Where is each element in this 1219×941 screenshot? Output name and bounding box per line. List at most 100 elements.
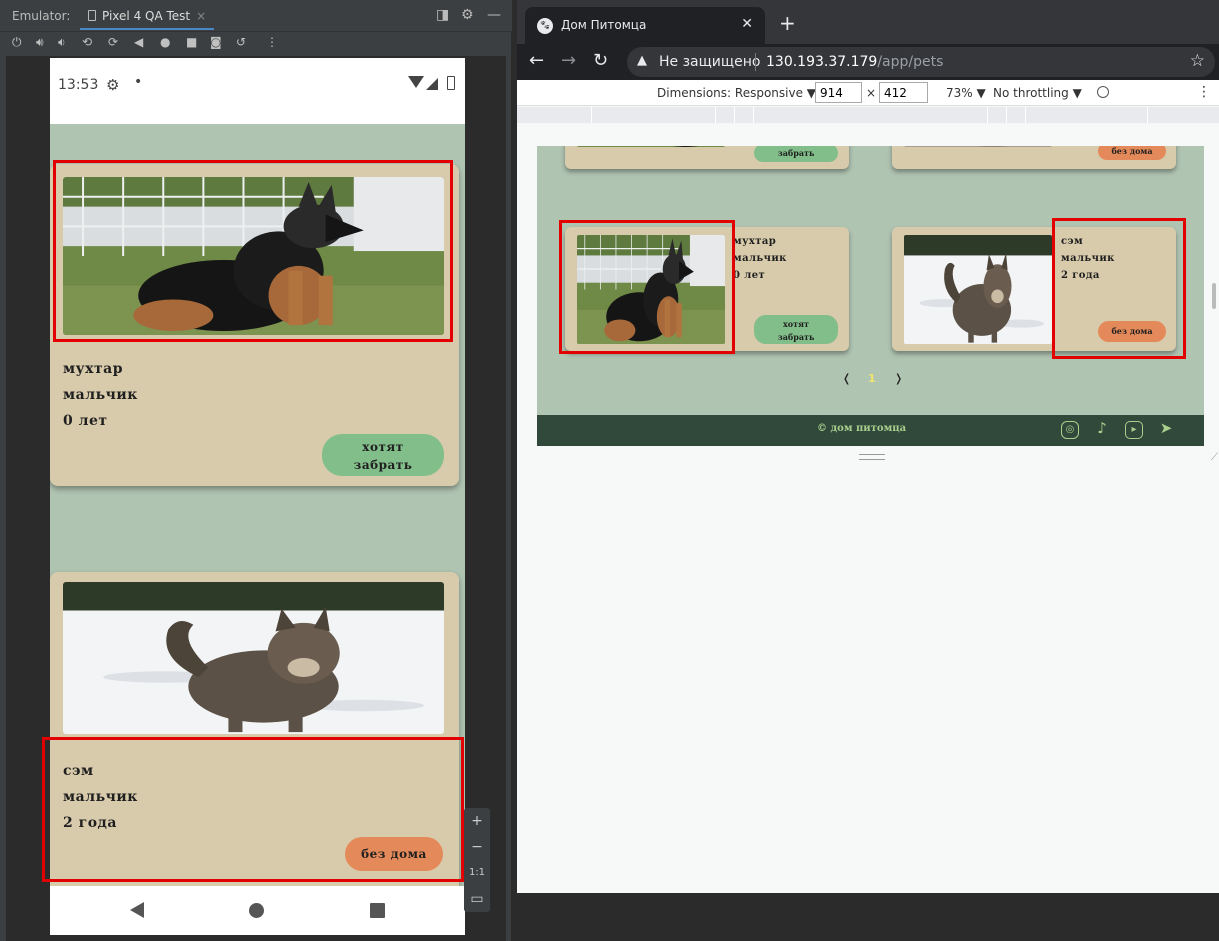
copyright: © дом питомца: [817, 423, 907, 434]
emulator-title-bar: Emulator: Pixel 4 QA Test × ◨ ⚙ —: [0, 0, 512, 32]
address-separator: [755, 53, 756, 71]
device-icon: [88, 10, 96, 21]
pet-name: мухтар: [733, 236, 777, 247]
phone-nav-bar: [50, 886, 465, 935]
dimension-separator: ×: [866, 86, 877, 100]
browser-tab[interactable]: 🐾︎ Дом Питомца ✕: [525, 7, 765, 44]
cat-photo: [904, 235, 1052, 344]
url-host: 130.193.37.179: [766, 54, 878, 70]
reload-icon[interactable]: ↻: [593, 50, 608, 71]
status-button-wanted[interactable]: забрать: [754, 146, 838, 162]
zoom-ratio-button[interactable]: 1:1: [464, 860, 490, 886]
zoom-in-button[interactable]: +: [464, 808, 490, 834]
highlight-mobile-info: [42, 737, 464, 882]
snapshot-icon[interactable]: ↺: [236, 35, 246, 49]
volume-up-icon[interactable]: 🔊︎: [36, 35, 44, 50]
phone-status-bar: 13:53 ⚙ •: [50, 58, 465, 124]
pet-photo: [904, 146, 1052, 147]
width-input[interactable]: [815, 82, 862, 103]
notification-dot: •: [134, 74, 143, 90]
warning-icon: ▲: [637, 53, 647, 68]
highlight-desktop-info: [1052, 218, 1186, 359]
throttling-dropdown[interactable]: No throttling ▼: [993, 86, 1082, 100]
rotate-left-icon[interactable]: ⟲: [82, 35, 92, 49]
url-path: /app/pets: [877, 54, 944, 70]
pet-card-partial[interactable]: забрать: [565, 146, 849, 169]
pet-info: мухтар мальчик 0 лет: [733, 233, 787, 284]
settings-icon: ⚙: [106, 76, 120, 94]
back-icon[interactable]: ◀: [134, 35, 143, 49]
rotate-right-icon[interactable]: ⟳: [108, 35, 118, 49]
cat-photo: [63, 582, 444, 734]
status-button-homeless[interactable]: без дома: [1098, 146, 1166, 160]
emulator-toolbar: ⏻ 🔊︎ 🔉︎ ⟲ ⟳ ◀ ● ■ ◙ ↺ ⋮: [0, 32, 512, 54]
pet-photo: [577, 146, 725, 147]
zoom-controls: + − 1:1 ▭: [464, 808, 490, 912]
pet-age: 0 лет: [63, 413, 108, 429]
telegram-icon[interactable]: ➤: [1157, 421, 1175, 439]
close-tab-icon[interactable]: ×: [196, 9, 206, 23]
more-icon[interactable]: ⋮: [266, 35, 278, 49]
nav-recents-icon[interactable]: [370, 903, 385, 918]
media-query-ruler: [517, 107, 1219, 123]
device-toolbar: Dimensions: Responsive ▼ × 73% ▼ No thro…: [517, 80, 1219, 106]
device-tab-label: Pixel 4 QA Test: [102, 9, 191, 23]
pagination: ❬ 1 ❭: [842, 372, 903, 388]
url-text: 130.193.37.179/app/pets: [766, 54, 943, 70]
home-icon[interactable]: ●: [160, 35, 170, 49]
dimensions-dropdown[interactable]: Dimensions: Responsive ▼: [657, 86, 816, 100]
pet-gender: мальчик: [63, 387, 138, 403]
zoom-out-button[interactable]: −: [464, 834, 490, 860]
more-options-icon[interactable]: ⋮: [1197, 84, 1211, 100]
pet-age: 0 лет: [733, 270, 766, 281]
resize-handle[interactable]: [859, 454, 885, 460]
fit-screen-icon[interactable]: ▭: [464, 886, 490, 912]
tab-strip: 🐾︎ Дом Питомца ✕ +: [517, 0, 1219, 44]
tiktok-icon[interactable]: ♪: [1093, 421, 1111, 439]
minimize-icon[interactable]: —: [487, 7, 501, 23]
pet-card-partial[interactable]: без дома: [892, 146, 1176, 169]
youtube-icon[interactable]: ▸: [1125, 421, 1143, 439]
overview-icon[interactable]: ■: [186, 35, 197, 49]
forward-arrow-icon[interactable]: →: [561, 50, 576, 71]
not-secure-label: Не защищено: [659, 54, 761, 70]
new-tab-button[interactable]: +: [779, 11, 796, 35]
instagram-icon[interactable]: ◎: [1061, 421, 1079, 439]
gear-icon[interactable]: ⚙: [461, 7, 474, 23]
bookmark-star-icon[interactable]: ☆: [1190, 51, 1205, 71]
emulator-label: Emulator:: [12, 9, 71, 23]
power-icon[interactable]: ⏻: [12, 35, 22, 50]
wifi-icon: [408, 76, 424, 88]
device-tab[interactable]: Pixel 4 QA Test ×: [80, 4, 215, 30]
prev-page-button[interactable]: ❬: [842, 372, 851, 385]
pet-name: мухтар: [63, 361, 124, 377]
back-arrow-icon[interactable]: ←: [529, 50, 544, 71]
tab-title: Дом Питомца: [561, 18, 647, 32]
pet-gender: мальчик: [733, 253, 787, 264]
favicon-icon: 🐾︎: [537, 18, 553, 34]
height-input[interactable]: [879, 82, 928, 103]
status-button-wanted[interactable]: хотят забрать: [322, 434, 444, 476]
battery-icon: [447, 76, 455, 90]
browser-window: 🐾︎ Дом Питомца ✕ + ← → ↻ ▲ Не защищено 1…: [517, 0, 1219, 893]
nav-home-icon[interactable]: [249, 903, 264, 918]
zoom-dropdown[interactable]: 73% ▼: [946, 86, 986, 100]
camera-icon[interactable]: ◙: [210, 35, 222, 49]
address-toolbar: ← → ↻ ▲ Не защищено 130.193.37.179/app/p…: [517, 44, 1219, 80]
current-page[interactable]: 1: [868, 372, 876, 385]
status-button-wanted[interactable]: хотят забрать: [754, 315, 838, 344]
rotate-icon[interactable]: [1097, 86, 1109, 98]
next-page-button[interactable]: ❭: [894, 372, 903, 385]
volume-down-icon[interactable]: 🔉︎: [58, 35, 66, 50]
corner-resize-icon[interactable]: ⟋: [1211, 452, 1218, 463]
site-footer: © дом питомца ◎ ♪ ▸ ➤: [537, 415, 1204, 446]
signal-icon: [426, 78, 438, 90]
close-tab-icon[interactable]: ✕: [741, 16, 753, 32]
nav-back-icon[interactable]: [130, 902, 144, 918]
window-mode-icon[interactable]: ◨: [436, 7, 449, 23]
status-time: 13:53: [58, 77, 99, 93]
highlight-desktop-photo: [559, 220, 735, 354]
address-bar[interactable]: ▲ Не защищено 130.193.37.179/app/pets ☆: [627, 47, 1215, 77]
pet-info: мухтар мальчик 0 лет: [63, 356, 138, 434]
right-resize-handle[interactable]: [1212, 283, 1216, 309]
